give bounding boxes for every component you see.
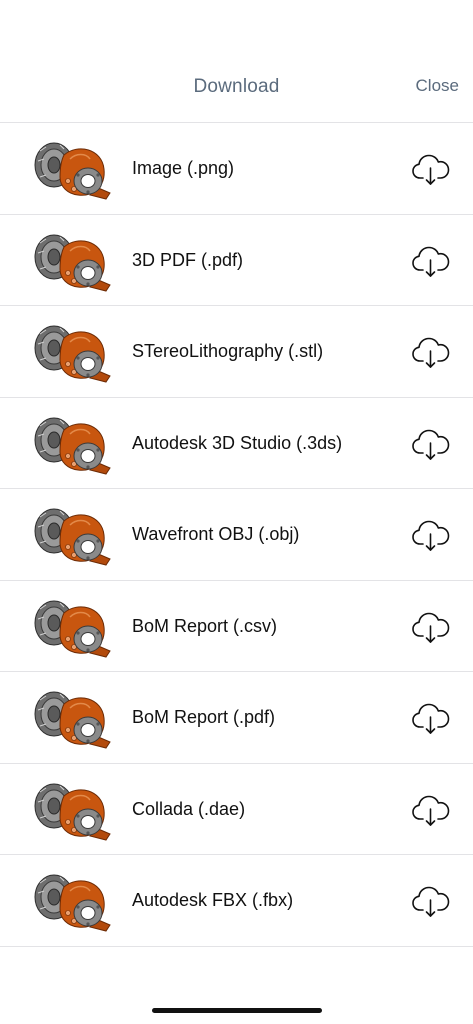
list-item[interactable]: Autodesk FBX (.fbx)	[0, 855, 473, 947]
turbocharger-thumbnail	[34, 691, 111, 749]
navigation-bar: Download Close	[0, 0, 473, 123]
cloud-download-icon[interactable]	[411, 609, 451, 645]
list-item[interactable]: Image (.png)	[0, 123, 473, 215]
turbocharger-thumbnail	[34, 874, 111, 932]
list-item[interactable]: BoM Report (.pdf)	[0, 672, 473, 764]
format-list: Image (.png) 3D PDF (.pdf) STereoLithogr…	[0, 123, 473, 947]
cloud-download-icon[interactable]	[411, 700, 451, 736]
page-title: Download	[193, 76, 280, 97]
format-label: STereoLithography (.stl)	[132, 341, 324, 361]
format-label: Image (.png)	[132, 158, 235, 178]
close-button[interactable]: Close	[416, 76, 459, 96]
cloud-download-icon[interactable]	[411, 792, 451, 828]
turbocharger-thumbnail	[34, 783, 111, 841]
list-item[interactable]: Wavefront OBJ (.obj)	[0, 489, 473, 581]
turbocharger-thumbnail	[34, 508, 111, 566]
list-item[interactable]: Collada (.dae)	[0, 764, 473, 855]
cloud-download-icon[interactable]	[411, 517, 451, 553]
cloud-download-icon[interactable]	[411, 334, 451, 370]
turbocharger-thumbnail	[34, 600, 111, 658]
format-label: BoM Report (.pdf)	[132, 707, 276, 727]
list-item[interactable]: Autodesk 3D Studio (.3ds)	[0, 398, 473, 489]
turbocharger-thumbnail	[34, 234, 111, 292]
home-indicator[interactable]	[152, 1008, 322, 1013]
cloud-download-icon[interactable]	[411, 426, 451, 462]
cloud-download-icon[interactable]	[411, 151, 451, 187]
format-label: BoM Report (.csv)	[132, 615, 278, 636]
format-label: Collada (.dae)	[132, 798, 246, 819]
turbocharger-thumbnail	[34, 417, 111, 475]
format-label: 3D PDF (.pdf)	[132, 249, 244, 270]
format-label: Wavefront OBJ (.obj)	[132, 524, 300, 544]
cloud-download-icon[interactable]	[411, 883, 451, 919]
download-screen: Download Close Image (.png) 3D PDF (.pdf…	[0, 0, 473, 1024]
list-item[interactable]: BoM Report (.csv)	[0, 581, 473, 672]
format-label: Autodesk FBX (.fbx)	[132, 890, 294, 910]
turbocharger-thumbnail	[34, 142, 111, 200]
list-item[interactable]: STereoLithography (.stl)	[0, 306, 473, 398]
list-item[interactable]: 3D PDF (.pdf)	[0, 215, 473, 306]
turbocharger-thumbnail	[34, 325, 111, 383]
format-label: Autodesk 3D Studio (.3ds)	[132, 432, 343, 453]
cloud-download-icon[interactable]	[411, 243, 451, 279]
